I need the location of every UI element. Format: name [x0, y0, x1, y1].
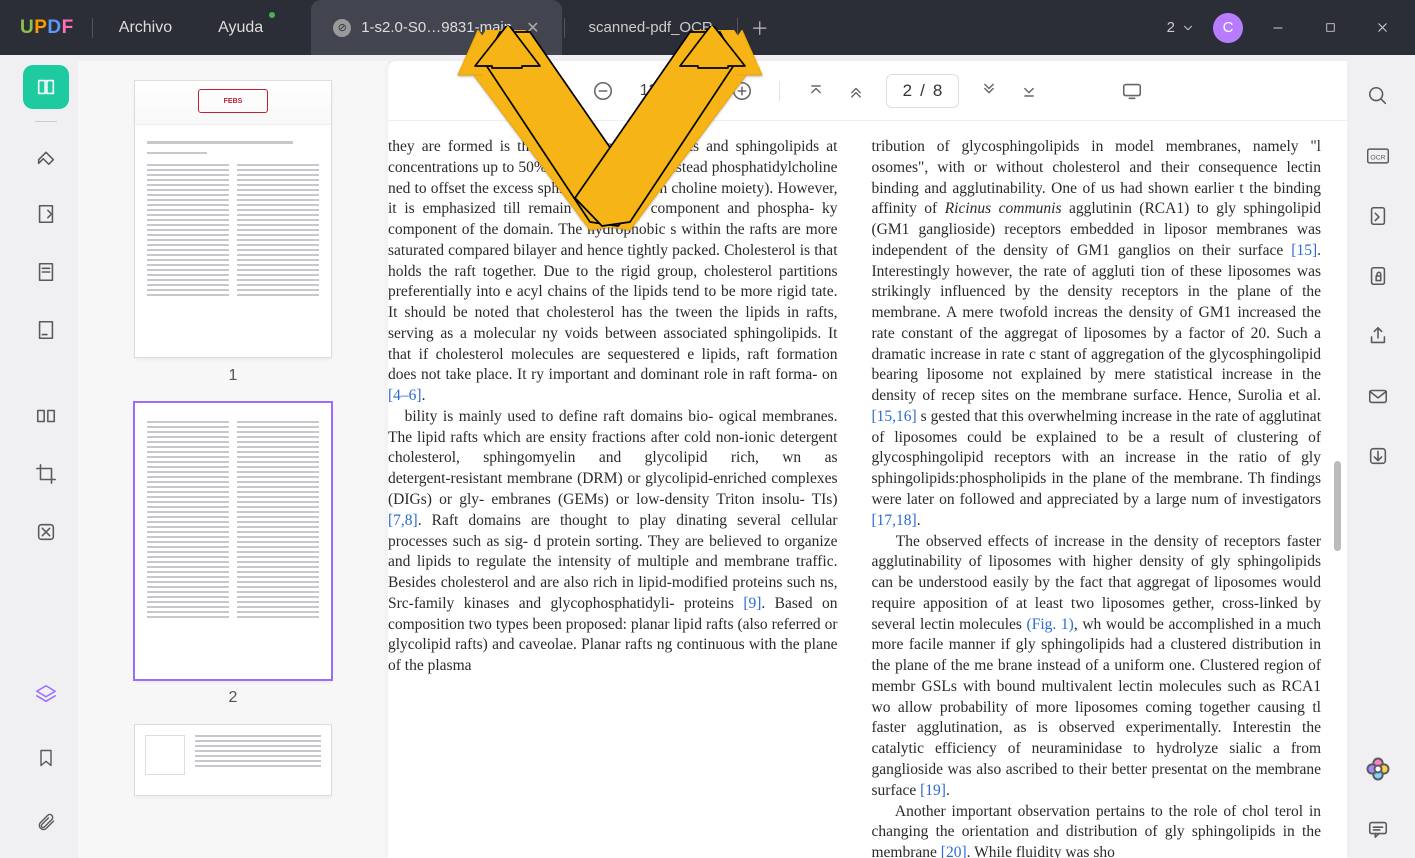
close-icon[interactable]: ✕	[526, 18, 539, 38]
svg-text:OCR: OCR	[1370, 154, 1385, 161]
search-button[interactable]	[1363, 81, 1393, 111]
reference-link[interactable]: [7,8]	[388, 512, 418, 529]
first-page-button[interactable]	[806, 81, 826, 101]
reference-link[interactable]: [17,18]	[872, 512, 917, 529]
attachment-tool[interactable]	[23, 800, 69, 844]
share-button[interactable]	[1363, 321, 1393, 351]
tab-document-1[interactable]: ⊘ 1-s2.0-S0…9831-main ✕	[311, 0, 561, 55]
thumb-page-1[interactable]: FEBS 1	[90, 81, 376, 385]
tab-label: scanned-pdf_OCR	[589, 19, 713, 36]
avatar[interactable]: C	[1213, 13, 1243, 43]
crop-tool[interactable]	[23, 452, 69, 496]
window-maximize-button[interactable]	[1313, 13, 1347, 43]
tab-label: 1-s2.0-S0…9831-main	[361, 19, 512, 36]
thumb-label: 2	[229, 689, 238, 707]
reference-link[interactable]: [20]	[941, 844, 967, 858]
tab-document-2[interactable]: scanned-pdf_OCR	[567, 0, 735, 55]
reference-link[interactable]: [15]	[1291, 242, 1317, 259]
notifications-counter[interactable]: 2	[1167, 19, 1195, 36]
window-close-button[interactable]	[1365, 13, 1399, 43]
highlight-tool[interactable]	[23, 134, 69, 178]
redact-tool[interactable]	[23, 510, 69, 554]
titlebar: UPDF Archivo Ayuda ⊘ 1-s2.0-S0…9831-main…	[0, 0, 1415, 55]
ai-button[interactable]	[1363, 754, 1393, 784]
email-button[interactable]	[1363, 381, 1393, 411]
zoom-out-button[interactable]	[592, 80, 614, 102]
form-tool[interactable]	[23, 308, 69, 352]
app-logo: UPDF	[20, 17, 74, 39]
layers-tool[interactable]	[23, 672, 69, 716]
save-button[interactable]	[1363, 441, 1393, 471]
convert-button[interactable]	[1363, 201, 1393, 231]
thumb-label: 1	[229, 367, 238, 385]
page-tool[interactable]	[23, 250, 69, 294]
next-page-button[interactable]	[979, 81, 999, 101]
document-viewer: 125% 2/8 they are formed is the lipid co…	[388, 61, 1347, 858]
prev-page-button[interactable]	[846, 81, 866, 101]
last-page-button[interactable]	[1019, 81, 1039, 101]
document-text[interactable]: they are formed is the lipid composition…	[388, 121, 1347, 858]
chevron-down-icon	[693, 85, 705, 97]
thumbnail-panel: FEBS 1	[78, 61, 388, 858]
presentation-button[interactable]	[1121, 80, 1143, 102]
ocr-button[interactable]: OCR	[1363, 141, 1393, 171]
edit-tool[interactable]	[23, 192, 69, 236]
zoom-select[interactable]: 125%	[634, 78, 711, 104]
page-counter[interactable]: 2/8	[886, 74, 960, 108]
reference-link[interactable]: [15,16]	[872, 408, 917, 425]
reference-link[interactable]: [9]	[743, 595, 761, 612]
doc-column-right: tribution of glycosphingolipids in model…	[872, 137, 1322, 858]
bookmark-tool[interactable]	[23, 736, 69, 780]
window-minimize-button[interactable]	[1261, 13, 1295, 43]
menu-file[interactable]: Archivo	[111, 14, 180, 42]
protect-button[interactable]	[1363, 261, 1393, 291]
new-tab-button[interactable]: ＋	[740, 0, 780, 55]
scrollbar[interactable]	[1334, 461, 1341, 551]
doc-column-left: they are formed is the lipid composition…	[388, 137, 838, 858]
zoom-in-button[interactable]	[731, 80, 753, 102]
reference-link[interactable]: [4–6]	[388, 387, 422, 404]
reference-link[interactable]: (Fig. 1)	[1027, 616, 1074, 633]
viewer-toolbar: 125% 2/8	[388, 61, 1347, 121]
reference-link[interactable]: [19]	[920, 782, 946, 799]
right-tool-rail: OCR	[1347, 61, 1409, 858]
document-tabs: ⊘ 1-s2.0-S0…9831-main ✕ scanned-pdf_OCR …	[311, 0, 780, 55]
comment-button[interactable]	[1363, 814, 1393, 844]
thumbnails-tool[interactable]	[23, 65, 69, 109]
thumb-page-2[interactable]: 2	[90, 403, 376, 707]
document-icon: ⊘	[333, 19, 351, 37]
thumb-page-3[interactable]	[90, 725, 376, 795]
organize-tool[interactable]	[23, 394, 69, 438]
menu-help[interactable]: Ayuda	[210, 14, 271, 42]
left-tool-rail	[14, 61, 78, 858]
